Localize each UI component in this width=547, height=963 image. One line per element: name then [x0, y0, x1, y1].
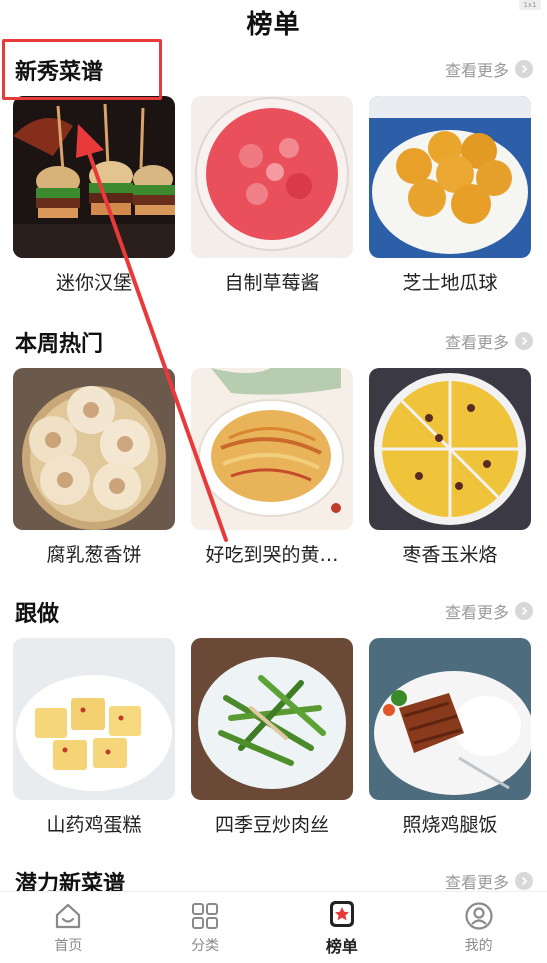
see-more-label: 查看更多	[444, 873, 509, 892]
tab-label: 榜单	[325, 936, 358, 956]
grid-icon	[192, 902, 219, 929]
recipe-card[interactable]: 枣香玉米烙	[369, 368, 531, 567]
recipe-card[interactable]: 好吃到哭的黄…	[191, 368, 353, 567]
recipe-card[interactable]: 四季豆炒肉丝	[191, 638, 353, 837]
chevron-right-icon	[515, 332, 533, 350]
home-icon	[56, 903, 81, 928]
tab-ranking[interactable]: 榜单	[274, 892, 411, 963]
teriyaki-chicken-rice-photo	[369, 638, 531, 800]
user-icon	[465, 901, 493, 930]
recipe-name: 四季豆炒肉丝	[214, 814, 329, 836]
tab-label: 我的	[464, 937, 493, 954]
corner-badge: 1x1	[519, 0, 541, 10]
recipe-name: 腐乳葱香饼	[46, 544, 142, 566]
section-title: 本周热门	[13, 326, 126, 358]
tab-category[interactable]: 分类	[137, 892, 274, 963]
section-weekly-hot: 本周热门 查看更多 腐乳葱香饼 好吃到哭的黄… 枣香玉米烙	[0, 316, 547, 566]
tab-mine[interactable]: 我的	[410, 892, 547, 963]
see-more-label: 查看更多	[444, 333, 509, 352]
sweet-potato-balls-photo	[369, 96, 531, 258]
ranking-icon	[329, 900, 354, 927]
chevron-right-icon	[515, 602, 533, 620]
app-root: 榜单 1x1 新秀菜谱 查看更多 迷你汉堡 自制草莓酱 芝士地瓜球 本周热门 查…	[0, 0, 547, 963]
see-more-button[interactable]: 查看更多	[445, 57, 533, 81]
tab-label: 首页	[54, 937, 83, 954]
page-title: 榜单	[246, 9, 301, 40]
see-more-button[interactable]: 查看更多	[445, 599, 533, 623]
jam-photo	[191, 96, 353, 258]
green-beans-photo	[191, 638, 353, 800]
recipe-card[interactable]: 山药鸡蛋糕	[13, 638, 175, 837]
recipe-name: 自制草莓酱	[224, 272, 320, 294]
tab-label: 分类	[191, 937, 220, 954]
highlight-box	[2, 39, 162, 100]
recipe-name: 照烧鸡腿饭	[402, 814, 498, 836]
recipe-name: 好吃到哭的黄…	[205, 544, 339, 566]
recipe-name: 芝士地瓜球	[402, 272, 498, 294]
recipe-name: 山药鸡蛋糕	[46, 814, 142, 836]
scallion-pancake-photo	[13, 368, 175, 530]
recipe-name: 枣香玉米烙	[402, 544, 498, 566]
see-more-button[interactable]: 查看更多	[445, 869, 533, 893]
chevron-right-icon	[515, 60, 533, 78]
recipe-name: 迷你汉堡	[55, 272, 132, 294]
bottom-tab-bar: 首页 分类 榜单 我的	[0, 891, 547, 963]
noodles-photo	[191, 368, 353, 530]
recipe-card[interactable]: 自制草莓酱	[191, 96, 353, 295]
see-more-label: 查看更多	[444, 603, 509, 622]
burger-photo	[13, 96, 175, 258]
yam-cake-photo	[13, 638, 175, 800]
recipe-card[interactable]: 腐乳葱香饼	[13, 368, 175, 567]
see-more-button[interactable]: 查看更多	[445, 329, 533, 353]
tab-home[interactable]: 首页	[0, 892, 137, 963]
section-title: 跟做	[13, 596, 82, 628]
recipe-card[interactable]: 迷你汉堡	[13, 96, 175, 295]
chevron-right-icon	[515, 872, 533, 890]
recipe-card[interactable]: 芝士地瓜球	[369, 96, 531, 295]
recipe-card[interactable]: 照烧鸡腿饭	[369, 638, 531, 837]
see-more-label: 查看更多	[444, 61, 509, 80]
section-follow: 跟做 查看更多 山药鸡蛋糕 四季豆炒肉丝 照烧鸡腿饭	[0, 586, 547, 836]
header: 榜单 1x1	[0, 0, 547, 44]
corn-pancake-photo	[369, 368, 531, 530]
